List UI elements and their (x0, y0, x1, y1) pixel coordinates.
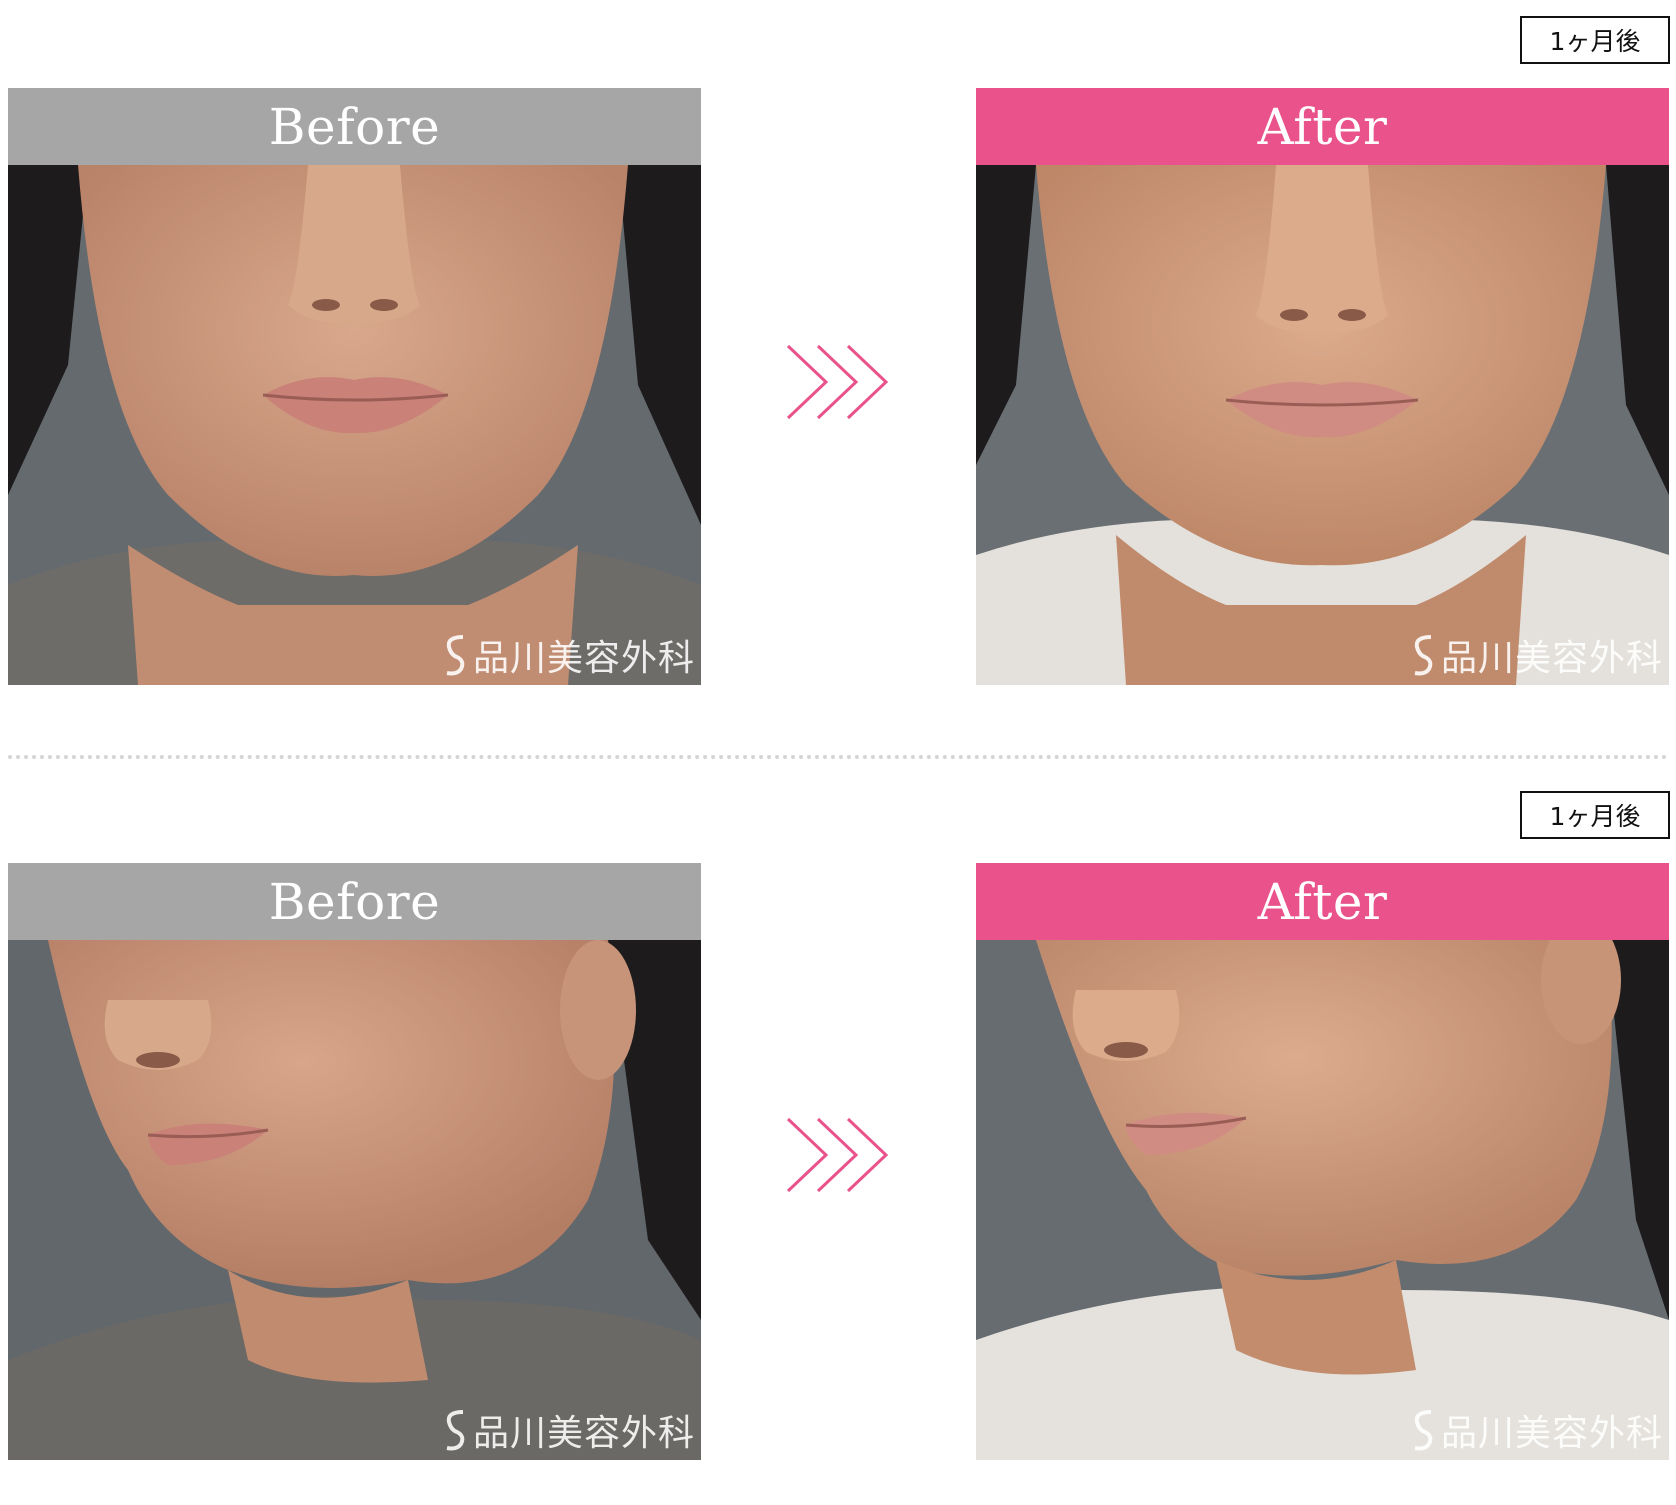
comparison-section-oblique: 1ヶ月後 Before 品川美容外科 After 品川美容外科 (0, 775, 1676, 1505)
face-oblique-after-image (976, 940, 1669, 1460)
watermark: 品川美容外科 (443, 629, 695, 681)
watermark-text: 品川美容外科 (472, 1413, 695, 1454)
before-photo: 品川美容外科 (8, 165, 701, 685)
period-badge: 1ヶ月後 (1520, 791, 1670, 839)
triple-chevron-right-icon (786, 1117, 889, 1193)
after-label: After (976, 863, 1669, 940)
period-badge: 1ヶ月後 (1520, 16, 1670, 64)
brand-s-logo-icon (446, 635, 465, 676)
dotted-divider (8, 755, 1668, 759)
watermark-text: 品川美容外科 (472, 638, 695, 679)
before-label: Before (8, 88, 701, 165)
brand-s-logo-icon (1414, 635, 1433, 676)
face-front-before-image (8, 165, 701, 685)
brand-s-logo-icon (446, 1410, 465, 1451)
before-label: Before (8, 863, 701, 940)
watermark: 品川美容外科 (1411, 1404, 1663, 1456)
before-panel: Before 品川美容外科 (8, 88, 701, 685)
after-label: After (976, 88, 1669, 165)
after-photo: 品川美容外科 (976, 165, 1669, 685)
face-oblique-before-image (8, 940, 701, 1460)
triple-chevron-right-icon (786, 344, 889, 420)
face-front-after-image (976, 165, 1669, 685)
comparison-section-front: 1ヶ月後 Before 品川美容外科 After 品川美容外科 (0, 0, 1676, 730)
after-panel: After 品川美容外科 (976, 88, 1669, 685)
watermark-text: 品川美容外科 (1440, 638, 1663, 679)
watermark: 品川美容外科 (443, 1404, 695, 1456)
before-photo: 品川美容外科 (8, 940, 701, 1460)
after-panel: After 品川美容外科 (976, 863, 1669, 1460)
brand-s-logo-icon (1414, 1410, 1433, 1451)
watermark: 品川美容外科 (1411, 629, 1663, 681)
after-photo: 品川美容外科 (976, 940, 1669, 1460)
watermark-text: 品川美容外科 (1440, 1413, 1663, 1454)
before-panel: Before 品川美容外科 (8, 863, 701, 1460)
